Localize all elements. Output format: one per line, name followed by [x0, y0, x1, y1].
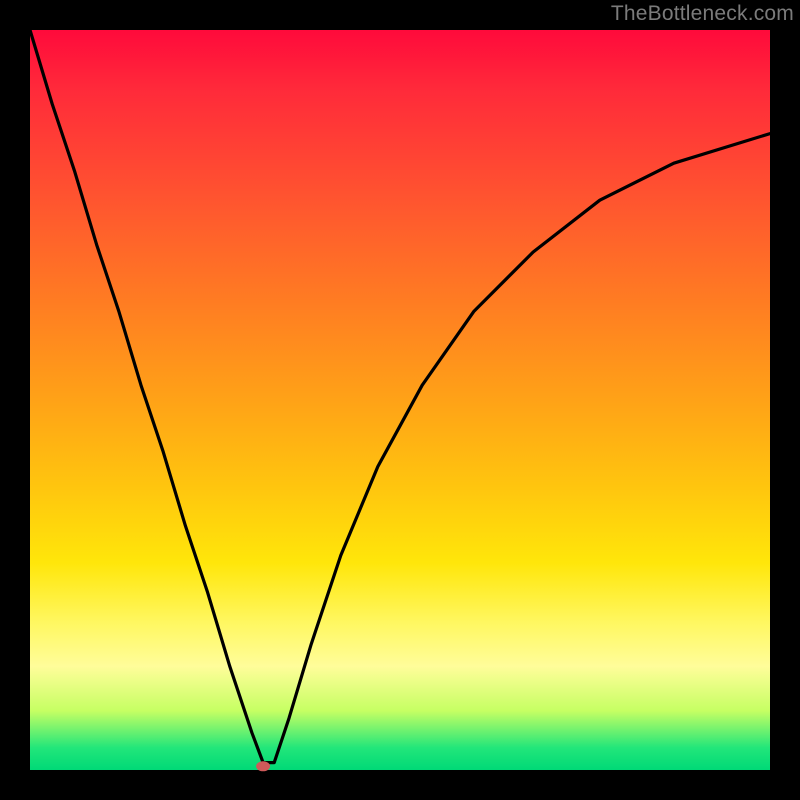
chart-frame: TheBottleneck.com [0, 0, 800, 800]
curve-svg [30, 30, 770, 770]
curve-layer [30, 30, 770, 771]
watermark-text: TheBottleneck.com [611, 2, 794, 26]
plot-area [30, 30, 770, 770]
minimum-marker [256, 761, 270, 771]
bottleneck-curve [30, 30, 770, 763]
